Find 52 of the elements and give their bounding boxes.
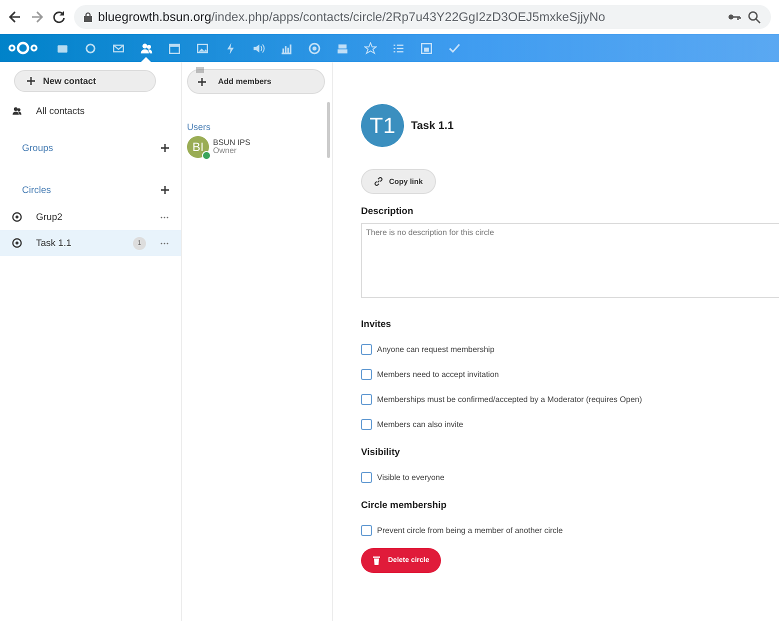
all-contacts-item[interactable]: All contacts bbox=[0, 98, 181, 124]
checkbox[interactable] bbox=[361, 344, 372, 354]
circles-heading[interactable]: Circles bbox=[22, 184, 52, 196]
option-label[interactable]: Members need to accept invitation bbox=[377, 370, 499, 378]
member-avatar: BI bbox=[187, 136, 209, 158]
search-icon[interactable] bbox=[747, 10, 761, 24]
option-label[interactable]: Visible to everyone bbox=[377, 472, 444, 482]
plus-icon[interactable] bbox=[27, 77, 35, 85]
circle-title: Task 1.1 bbox=[411, 120, 454, 132]
option-label[interactable]: Prevent circle from being a member of another circle bbox=[377, 526, 563, 534]
logo-icon[interactable] bbox=[8, 41, 38, 55]
circle-name: Task 1.1 bbox=[36, 238, 72, 248]
checkbox[interactable] bbox=[361, 394, 372, 404]
plus-icon[interactable] bbox=[198, 78, 206, 86]
scrollbar[interactable] bbox=[327, 102, 330, 158]
description-heading: Description bbox=[361, 206, 414, 217]
more-icon[interactable] bbox=[160, 216, 169, 218]
address-bar[interactable]: bluegrowth.bsun.org/index.php/apps/contacts/circle/2Rp7u43Y22GgI2zD3OEJ5mxkeSjjyNo bbox=[74, 5, 771, 29]
section-heading: Visibility bbox=[361, 447, 401, 458]
groups-heading[interactable]: Groups bbox=[22, 142, 54, 154]
reload-icon[interactable] bbox=[52, 10, 66, 24]
new-contact-button[interactable]: New contact bbox=[14, 70, 156, 92]
add-members-button[interactable]: Add members bbox=[187, 69, 325, 94]
member-role: Owner bbox=[213, 147, 238, 156]
checkbox[interactable] bbox=[361, 418, 372, 430]
circle-item[interactable]: Grup2 bbox=[0, 204, 181, 230]
option-label[interactable]: Memberships must be confirmed/accepted by a Moderator (requires Open) bbox=[377, 394, 642, 404]
all-contacts-label: All contacts bbox=[36, 106, 85, 116]
trash-icon bbox=[373, 556, 380, 565]
users-heading: Users bbox=[187, 122, 212, 132]
circle-avatar: T1 bbox=[361, 104, 404, 147]
option-label[interactable]: Members can also invite bbox=[377, 420, 464, 428]
url-text: bluegrowth.bsun.org/index.php/apps/contacts/circle/2Rp7u43Y22GgI2zD3OEJ5mxkeSjjyNo bbox=[98, 10, 606, 24]
link-icon bbox=[374, 177, 383, 186]
lock-icon bbox=[84, 12, 92, 22]
menu-icon[interactable] bbox=[196, 67, 204, 73]
add-group-icon[interactable] bbox=[161, 144, 169, 152]
circle-icon bbox=[12, 238, 22, 248]
circle-name: Grup2 bbox=[36, 212, 62, 222]
section-heading: Circle membership bbox=[361, 500, 448, 511]
option-label[interactable]: Anyone can request membership bbox=[377, 344, 494, 354]
forward-icon[interactable] bbox=[30, 10, 44, 24]
section-heading: Invites bbox=[361, 319, 392, 330]
member-name: BSUN IPS bbox=[213, 138, 250, 147]
circle-icon bbox=[12, 212, 22, 222]
checkbox[interactable] bbox=[361, 472, 372, 482]
checkbox[interactable] bbox=[361, 368, 372, 380]
description-field[interactable]: There is no description for this circle bbox=[361, 223, 779, 298]
checkbox[interactable] bbox=[361, 524, 372, 536]
people-icon bbox=[12, 106, 22, 116]
back-icon[interactable] bbox=[8, 10, 22, 24]
more-icon[interactable] bbox=[160, 242, 169, 244]
